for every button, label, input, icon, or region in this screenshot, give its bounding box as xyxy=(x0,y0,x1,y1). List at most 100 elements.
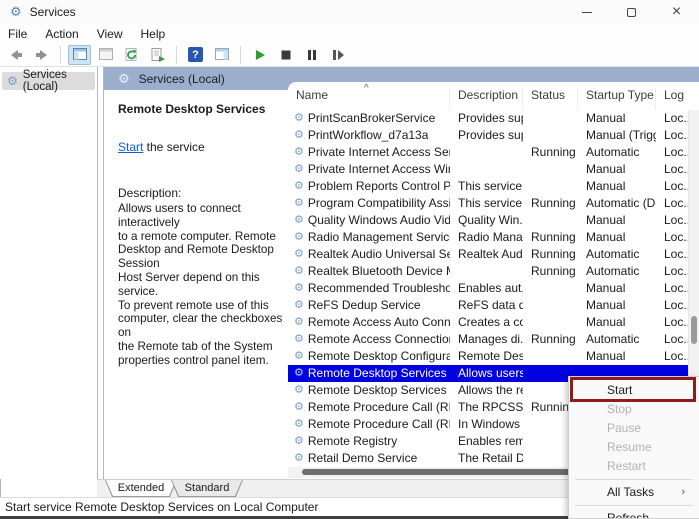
resume-service-button[interactable] xyxy=(326,45,349,65)
menu-help[interactable]: Help xyxy=(141,27,166,41)
column-header-description[interactable]: Description xyxy=(450,88,523,110)
cell-startup-type: Manual xyxy=(578,297,656,314)
table-row[interactable]: ⚙Private Internet Access Wire... Manual … xyxy=(288,161,688,178)
cell-startup-type: Manual xyxy=(578,280,656,297)
start-service-link[interactable]: Start xyxy=(118,140,143,154)
table-row[interactable]: ⚙Recommended Troubleshoo... Enables aut.… xyxy=(288,280,688,297)
menu-view[interactable]: View xyxy=(97,27,123,41)
tab-extended[interactable]: Extended xyxy=(105,480,177,497)
table-row[interactable]: ⚙Remote Access Connection ... Manages di… xyxy=(288,331,688,348)
minimize-button[interactable] xyxy=(564,0,609,24)
show-action-pane-button[interactable] xyxy=(210,45,233,65)
table-row[interactable]: ⚙Problem Reports Control Pa... This serv… xyxy=(288,178,688,195)
cell-status xyxy=(523,280,578,297)
service-gear-icon: ⚙ xyxy=(294,127,304,144)
refresh-icon xyxy=(124,47,140,63)
back-button[interactable] xyxy=(4,45,27,65)
properties-button[interactable] xyxy=(94,45,117,65)
cell-name: Retail Demo Service xyxy=(308,450,417,467)
cell-description: Quality Win... xyxy=(450,212,523,229)
table-row[interactable]: ⚙Remote Desktop Configurati... Remote De… xyxy=(288,348,688,365)
show-console-tree-button[interactable] xyxy=(68,45,91,65)
service-gear-icon: ⚙ xyxy=(294,263,304,280)
column-header-name[interactable]: Name xyxy=(288,88,450,110)
table-row[interactable]: ⚙PrintScanBrokerService Provides sup... … xyxy=(288,110,688,127)
refresh-button[interactable] xyxy=(120,45,143,65)
pane-splitter[interactable] xyxy=(97,67,104,479)
cell-status: Running xyxy=(523,195,578,212)
cell-status xyxy=(523,314,578,331)
start-service-suffix: the service xyxy=(143,140,204,154)
context-menu-item-resume: Resume xyxy=(569,438,699,457)
export-list-button[interactable] xyxy=(146,45,169,65)
cell-name: Remote Desktop Services xyxy=(308,365,447,382)
table-row[interactable]: ⚙Radio Management Service Radio Mana... … xyxy=(288,229,688,246)
forward-button[interactable] xyxy=(30,45,53,65)
toolbar-separator xyxy=(240,46,241,64)
context-menu-item-all-tasks[interactable]: All Tasks › xyxy=(569,483,699,502)
service-gear-icon: ⚙ xyxy=(294,399,304,416)
menu-separator xyxy=(575,505,693,506)
cell-log-on-as: Loc... xyxy=(656,263,688,280)
cell-description xyxy=(450,144,523,161)
menu-file[interactable]: File xyxy=(8,27,27,41)
start-service-line: Start the service xyxy=(118,140,284,154)
toolbar: ? xyxy=(0,43,699,67)
cell-startup-type: Automatic xyxy=(578,144,656,161)
column-header-startup-type[interactable]: Startup Type xyxy=(578,88,656,110)
table-row[interactable]: ⚙Remote Access Auto Connec... Creates a … xyxy=(288,314,688,331)
maximize-button[interactable] xyxy=(609,0,654,24)
services-window: ⚙ Services × File Action View Help ? xyxy=(0,0,699,519)
pause-service-button[interactable] xyxy=(300,45,323,65)
menu-item-label: All Tasks xyxy=(607,485,654,499)
menu-item-label: Resume xyxy=(607,440,652,454)
table-row[interactable]: ⚙Program Compatibility Assis... This ser… xyxy=(288,195,688,212)
cell-name: Remote Desktop Services Us... xyxy=(308,382,450,399)
context-menu-item-refresh[interactable]: Refresh xyxy=(569,509,699,519)
context-menu-item-stop: Stop xyxy=(569,400,699,419)
vertical-scrollbar-thumb[interactable] xyxy=(691,316,697,344)
service-gear-icon: ⚙ xyxy=(294,348,304,365)
table-row[interactable]: ⚙ReFS Dedup Service ReFS data d... Manua… xyxy=(288,297,688,314)
cell-description: Provides sup... xyxy=(450,127,523,144)
start-service-button[interactable] xyxy=(248,45,271,65)
cell-name: Private Internet Access Service xyxy=(308,144,450,161)
service-gear-icon: ⚙ xyxy=(294,212,304,229)
table-row[interactable]: ⚙Realtek Audio Universal Serv... Realtek… xyxy=(288,246,688,263)
cell-description: Allows the re... xyxy=(450,382,523,399)
cell-startup-type: Automatic xyxy=(578,331,656,348)
tab-standard[interactable]: Standard xyxy=(171,480,243,497)
table-row[interactable]: ⚙Realtek Bluetooth Device M... Running A… xyxy=(288,263,688,280)
cell-status xyxy=(523,212,578,229)
close-button[interactable]: × xyxy=(654,0,699,24)
submenu-arrow-icon: › xyxy=(681,483,685,502)
stop-service-button[interactable] xyxy=(274,45,297,65)
column-header-status[interactable]: Status xyxy=(523,88,578,110)
cell-description: Manages di... xyxy=(450,331,523,348)
column-header-log-on-as[interactable]: Log xyxy=(656,88,688,110)
cell-status xyxy=(523,161,578,178)
cell-status: Running xyxy=(523,263,578,280)
services-gear-icon: ⚙ xyxy=(7,74,18,88)
cell-description: In Windows ... xyxy=(450,416,523,433)
table-row[interactable]: ⚙PrintWorkflow_d7a13a Provides sup... Ma… xyxy=(288,127,688,144)
menu-action[interactable]: Action xyxy=(45,27,78,41)
table-row[interactable]: ⚙Quality Windows Audio Vid... Quality Wi… xyxy=(288,212,688,229)
cell-log-on-as: Loc... xyxy=(656,280,688,297)
back-icon xyxy=(8,47,24,63)
service-gear-icon: ⚙ xyxy=(294,331,304,348)
cell-name: Remote Desktop Configurati... xyxy=(308,348,450,365)
cell-description xyxy=(450,263,523,280)
service-gear-icon: ⚙ xyxy=(294,280,304,297)
service-gear-icon: ⚙ xyxy=(294,246,304,263)
title-bar: ⚙ Services × xyxy=(0,0,699,24)
forward-icon xyxy=(34,47,50,63)
cell-log-on-as: Loc... xyxy=(656,331,688,348)
help-button[interactable]: ? xyxy=(184,45,207,65)
cell-name: ReFS Dedup Service xyxy=(308,297,421,314)
services-gear-icon: ⚙ xyxy=(10,4,22,20)
table-row[interactable]: ⚙Private Internet Access Service Running… xyxy=(288,144,688,161)
cell-log-on-as: Loc... xyxy=(656,144,688,161)
cell-name: Remote Access Auto Connec... xyxy=(308,314,450,331)
tree-item-services-local[interactable]: ⚙ Services (Local) xyxy=(2,72,95,90)
